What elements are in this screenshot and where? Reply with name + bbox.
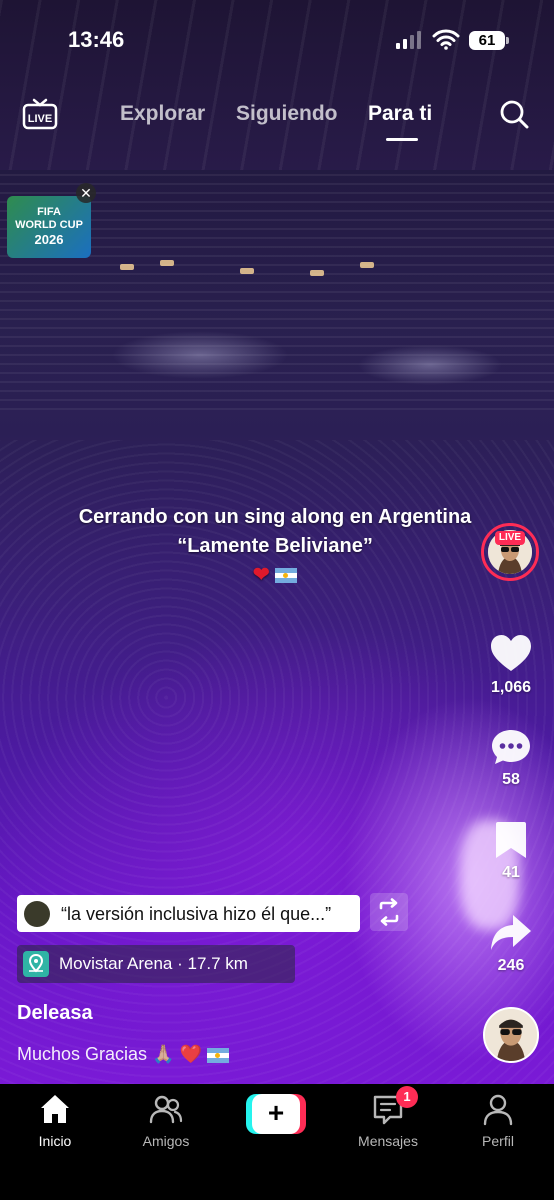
creator-username[interactable]: Deleasa [17,1002,93,1025]
nav-label-amigos: Amigos [142,1133,190,1149]
comment-icon[interactable] [489,727,533,767]
wifi-icon [432,29,460,50]
search-icon[interactable] [498,98,530,130]
argentina-flag-icon [206,1047,229,1063]
nav-perfil[interactable]: Perfil [453,1092,543,1149]
caption-line-2: “Lamente Beliviane” [177,535,373,557]
top-nav: LIVE Explorar Siguiendo Para ti [0,96,554,141]
live-icon-label: LIVE [28,113,52,125]
nav-label-mensajes: Mensajes [358,1133,418,1149]
live-tv-icon[interactable]: LIVE [22,96,58,132]
location-pin-icon [23,951,49,977]
location-text: Movistar Arena · 17.7 km [59,954,248,973]
save-count: 41 [502,864,520,881]
promo-line-2: WORLD CUP [15,219,83,231]
commenter-avatar [24,901,50,927]
nav-label-perfil: Perfil [482,1133,514,1149]
like-count: 1,066 [490,679,532,696]
share-arrow-icon[interactable] [489,913,533,953]
comment-preview-text: “la versión inclusiva hizo él que...” [61,904,332,924]
heart-emoji-icon: ❤ [252,564,270,586]
nav-inicio[interactable]: Inicio [10,1092,100,1149]
live-badge: LIVE [495,531,525,545]
home-icon [41,1095,69,1123]
nav-label-inicio: Inicio [38,1133,72,1149]
share-count: 246 [497,957,525,974]
create-button[interactable]: + [246,1094,306,1134]
bookmark-icon[interactable] [489,820,533,860]
cellular-signal-icon [396,31,421,49]
battery-indicator: 61 [469,31,509,50]
status-time: 13:46 [68,27,125,52]
like-heart-icon[interactable] [489,633,533,673]
promo-line-3: 2026 [34,232,64,247]
promo-line-1: FIFA [37,206,61,218]
comment-preview-pill[interactable]: “la versión inclusiva hizo él que...” [17,895,360,932]
sound-avatar[interactable] [483,1007,539,1063]
messages-badge: 1 [396,1086,418,1108]
argentina-flag-icon [275,568,298,584]
arena-lights [100,260,400,280]
tab-para-ti[interactable]: Para ti [368,102,432,126]
friends-icon [149,1095,183,1124]
promo-close-icon[interactable]: ✕ [76,183,96,203]
repost-icon[interactable] [370,893,408,931]
location-tag[interactable]: Movistar Arena · 17.7 km [17,945,295,983]
fifa-world-cup-promo[interactable]: FIFA WORLD CUP 2026 [7,196,91,258]
video-caption: Cerrando con un sing along en Argentina … [60,503,490,590]
profile-icon [483,1094,513,1126]
tab-siguiendo[interactable]: Siguiendo [236,102,338,126]
active-tab-indicator [386,138,418,141]
post-description: Muchos Gracias 🙏🏼 ❤️ [17,1044,229,1065]
caption-emojis: ❤ [60,561,490,590]
sound-avatar-face-icon [485,1009,537,1061]
post-description-text: Muchos Gracias 🙏🏼 ❤️ [17,1044,202,1064]
status-bar: 13:46 61 [0,0,554,80]
tab-explorar[interactable]: Explorar [120,102,205,126]
nav-mensajes[interactable]: Mensajes [343,1092,433,1149]
nav-amigos[interactable]: Amigos [121,1092,211,1149]
caption-line-1: Cerrando con un sing along en Argentina [78,506,472,528]
comment-count: 58 [502,771,520,788]
plus-icon: + [252,1094,300,1134]
